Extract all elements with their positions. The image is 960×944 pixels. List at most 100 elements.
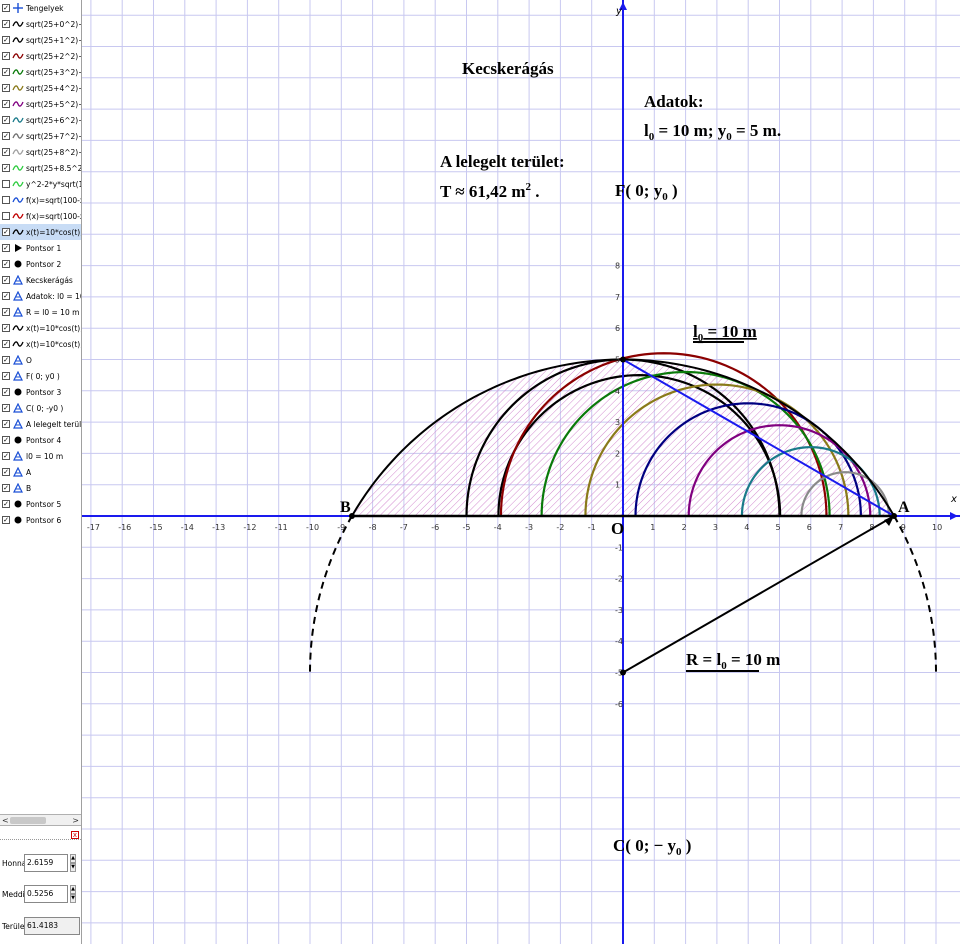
visibility-checkbox[interactable]: ✓ [2, 516, 10, 524]
y-tick-label: 2 [615, 449, 620, 458]
visibility-checkbox[interactable]: ✓ [2, 260, 10, 268]
object-list-item[interactable]: ✓ R = l0 = 10 m [0, 304, 81, 320]
spinner-up-icon[interactable]: ▲ [70, 854, 76, 863]
visibility-checkbox[interactable]: ✓ [2, 388, 10, 396]
panel-splitter[interactable] [0, 830, 81, 840]
object-list-item[interactable]: ✓ sqrt(25+8.5^2)+sqrt(x-8.5)^2 [0, 160, 81, 176]
visibility-checkbox[interactable]: ✓ [2, 372, 10, 380]
visibility-checkbox[interactable] [2, 212, 10, 220]
visibility-checkbox[interactable]: ✓ [2, 148, 10, 156]
visibility-checkbox[interactable]: ✓ [2, 84, 10, 92]
object-list-item[interactable]: ✓ x(t)=10*cos(t), y(t)=-5+10 [0, 224, 81, 240]
object-list-item[interactable]: ✓ F( 0; y0 ) [0, 368, 81, 384]
text-icon [12, 403, 24, 413]
x-tick-label: -10 [306, 523, 319, 532]
object-list-item-label: Pontsor 5 [26, 499, 62, 509]
origin-label: O [611, 519, 624, 538]
visibility-checkbox[interactable]: ✓ [2, 52, 10, 60]
graph-canvas[interactable]: -17 -16 -15 -14 -13 -12 -11 -10 -9 -8 -7 -6 -5 -4 -3 -2… [82, 0, 960, 944]
visibility-checkbox[interactable]: ✓ [2, 420, 10, 428]
scrollbar-thumb[interactable] [10, 817, 46, 824]
visibility-checkbox[interactable]: ✓ [2, 404, 10, 412]
x-tick-label: 2 [682, 523, 687, 532]
dot-icon [12, 259, 24, 269]
visibility-checkbox[interactable]: ✓ [2, 4, 10, 12]
object-list-item[interactable]: f(x)=sqrt(100-x^2)-5 [0, 192, 81, 208]
visibility-checkbox[interactable]: ✓ [2, 500, 10, 508]
object-list-item[interactable]: ✓ A lelegelt terület: T = 61, [0, 416, 81, 432]
object-list-item[interactable]: ✓ x(t)=10*cos(t), y(t)=-5+10 [0, 320, 81, 336]
object-list-item-label: A [26, 467, 32, 477]
visibility-checkbox[interactable]: ✓ [2, 356, 10, 364]
object-list-item[interactable]: ✓ Adatok: l0 = 10 m; y0 = 5 [0, 288, 81, 304]
visibility-checkbox[interactable]: ✓ [2, 468, 10, 476]
object-list-item[interactable]: ✓ Tengelyek [0, 0, 81, 16]
object-list-item[interactable]: f(x)=sqrt(100-x^2)-5 [0, 208, 81, 224]
visibility-checkbox[interactable]: ✓ [2, 340, 10, 348]
x-tick-label: -1 [588, 523, 596, 532]
visibility-checkbox[interactable]: ✓ [2, 164, 10, 172]
object-list-item-label: Tengelyek [26, 3, 64, 13]
spinner-down-icon[interactable]: ▼ [70, 863, 76, 872]
horizontal-scrollbar[interactable]: < > [0, 814, 81, 826]
object-list-item[interactable]: ✓ Pontsor 5 [0, 496, 81, 512]
text-icon [12, 371, 24, 381]
visibility-checkbox[interactable]: ✓ [2, 436, 10, 444]
visibility-checkbox[interactable] [2, 180, 10, 188]
visibility-checkbox[interactable]: ✓ [2, 308, 10, 316]
to-spinner[interactable]: ▲ ▼ [70, 885, 76, 903]
to-field-row: Meddig: 0.5256 ▲ ▼ [2, 883, 80, 905]
object-list-item[interactable]: ✓ sqrt(25+7^2)+sqrt(x-7)^2 [0, 128, 81, 144]
visibility-checkbox[interactable]: ✓ [2, 244, 10, 252]
close-icon[interactable]: x [71, 831, 79, 839]
visibility-checkbox[interactable]: ✓ [2, 484, 10, 492]
object-list-item[interactable]: ✓ sqrt(25+6^2)+sqrt(x-6)^2 [0, 112, 81, 128]
from-spinner[interactable]: ▲ ▼ [70, 854, 76, 872]
area-value-field: 61.4183 [24, 917, 80, 935]
scroll-left-arrow-icon[interactable]: < [2, 815, 9, 826]
visibility-checkbox[interactable]: ✓ [2, 276, 10, 284]
object-list-item[interactable]: ✓ B [0, 480, 81, 496]
object-list-item[interactable]: ✓ sqrt(25+8^2)+sqrt(x-8)^2 [0, 144, 81, 160]
visibility-checkbox[interactable]: ✓ [2, 100, 10, 108]
object-list-item[interactable]: ✓ Pontsor 2 [0, 256, 81, 272]
object-list-item[interactable]: ✓ A [0, 464, 81, 480]
visibility-checkbox[interactable]: ✓ [2, 324, 10, 332]
to-input[interactable]: 0.5256 [24, 885, 68, 903]
visibility-checkbox[interactable] [2, 196, 10, 204]
from-input[interactable]: 2.6159 [24, 854, 68, 872]
object-list-item[interactable]: ✓ Pontsor 4 [0, 432, 81, 448]
object-list-item[interactable]: ✓ C( 0; -y0 ) [0, 400, 81, 416]
object-list-item[interactable]: ✓ sqrt(25+1^2)+sqrt(x-1)^2 [0, 32, 81, 48]
spinner-down-icon[interactable]: ▼ [70, 894, 76, 903]
visibility-checkbox[interactable]: ✓ [2, 292, 10, 300]
object-list-item[interactable]: ✓ sqrt(25+0^2)+sqrt(x-0)^2 [0, 16, 81, 32]
object-list-item[interactable]: ✓ x(t)=10*cos(t), y(t)=-5+10 [0, 336, 81, 352]
y-tick-label: 4 [615, 387, 620, 396]
object-list-item[interactable]: ✓ Pontsor 1 [0, 240, 81, 256]
object-list-item[interactable]: ✓ Kecskerágás [0, 272, 81, 288]
visibility-checkbox[interactable]: ✓ [2, 132, 10, 140]
function-curve-icon [12, 19, 24, 29]
object-list-item[interactable]: ✓ sqrt(25+4^2)+sqrt(x-4)^2 [0, 80, 81, 96]
l0-segment-label: l0 = 10 m [693, 322, 757, 344]
object-list-item[interactable]: ✓ O [0, 352, 81, 368]
object-list-item[interactable]: ✓ sqrt(25+5^2)+sqrt(x-5)^2 [0, 96, 81, 112]
visibility-checkbox[interactable]: ✓ [2, 68, 10, 76]
visibility-checkbox[interactable]: ✓ [2, 228, 10, 236]
visibility-checkbox[interactable]: ✓ [2, 452, 10, 460]
object-list-item[interactable]: ✓ l0 = 10 m [0, 448, 81, 464]
visibility-checkbox[interactable]: ✓ [2, 116, 10, 124]
plot-svg[interactable]: -17 -16 -15 -14 -13 -12 -11 -10 -9 -8 -7 -6 -5 -4 -3 -2… [82, 0, 960, 944]
function-curve-icon [12, 323, 24, 333]
object-list-item[interactable]: ✓ sqrt(25+2^2)+sqrt(x-2)^2 [0, 48, 81, 64]
object-list-item[interactable]: ✓ sqrt(25+3^2)+sqrt(x-3)^2 [0, 64, 81, 80]
object-list: ✓ Tengelyek ✓ sqrt(25+0^2)+sqrt(x-0)^2 ✓ sqrt… [0, 0, 81, 812]
visibility-checkbox[interactable]: ✓ [2, 36, 10, 44]
spinner-up-icon[interactable]: ▲ [70, 885, 76, 894]
scroll-right-arrow-icon[interactable]: > [72, 815, 79, 826]
object-list-item[interactable]: ✓ Pontsor 3 [0, 384, 81, 400]
object-list-item[interactable]: ✓ Pontsor 6 [0, 512, 81, 528]
visibility-checkbox[interactable]: ✓ [2, 20, 10, 28]
object-list-item[interactable]: y^2-2*y*sqrt(100-x^2)+x [0, 176, 81, 192]
